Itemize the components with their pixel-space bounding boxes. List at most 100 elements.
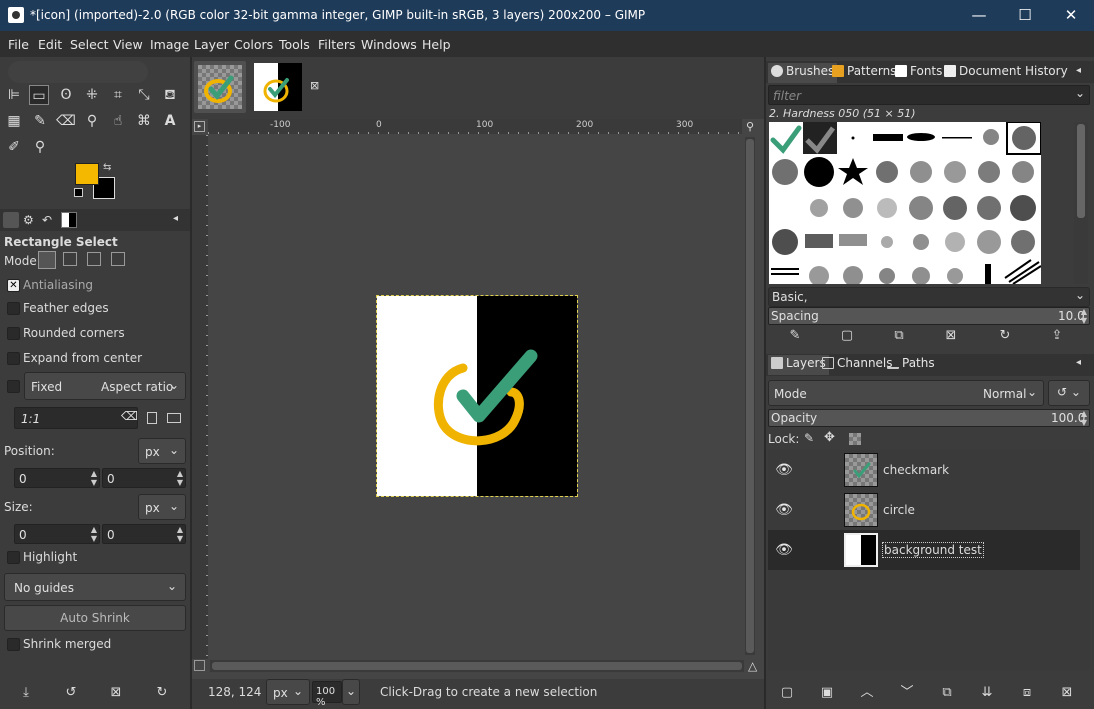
tab-menu-icon[interactable]: ◂ bbox=[1076, 65, 1081, 76]
default-colors-icon[interactable] bbox=[74, 188, 83, 197]
spin-down-icon[interactable]: ▼ bbox=[175, 478, 185, 488]
layer-name[interactable]: checkmark bbox=[883, 463, 949, 477]
tab-menu-icon[interactable]: ◂ bbox=[1076, 357, 1081, 368]
position-x-input[interactable]: 0 ▲ ▼ bbox=[14, 468, 100, 488]
tab-fonts[interactable]: Fonts bbox=[895, 64, 942, 84]
layer-row[interactable]: 👁 checkmark bbox=[768, 450, 1090, 490]
save-options-icon[interactable]: ⤓ bbox=[17, 684, 35, 702]
duplicate-layer-icon[interactable]: ⧉ bbox=[938, 684, 956, 702]
layer-mode-select[interactable]: Mode Normal ⌄ bbox=[768, 380, 1044, 406]
add-mask-icon[interactable]: ⧈ bbox=[1018, 684, 1036, 702]
size-w-input[interactable]: 0 ▲ ▼ bbox=[14, 524, 100, 544]
brush-preset-select[interactable]: Basic, ⌄ bbox=[768, 287, 1090, 307]
size-unit-select[interactable]: px ⌄ bbox=[138, 494, 186, 520]
gradient-tool-icon[interactable]: ▦ bbox=[4, 111, 24, 131]
portrait-icon[interactable] bbox=[147, 412, 157, 424]
mode-replace-icon[interactable] bbox=[38, 251, 56, 269]
fixed-dropdown[interactable]: Fixed Aspect ratio ⌄ bbox=[24, 372, 186, 400]
merge-down-icon[interactable]: ⇊ bbox=[978, 684, 996, 702]
mode-subtract-icon[interactable] bbox=[87, 252, 101, 266]
highlight-checkbox[interactable] bbox=[7, 551, 20, 564]
visibility-eye-icon[interactable]: 👁 bbox=[774, 503, 794, 517]
vertical-scrollbar-thumb[interactable] bbox=[746, 139, 754, 653]
spin-down-icon[interactable]: ▼ bbox=[1079, 316, 1089, 326]
menu-colors[interactable]: Colors bbox=[234, 37, 273, 52]
edit-brush-icon[interactable]: ✎ bbox=[786, 327, 804, 345]
vertical-scrollbar[interactable] bbox=[745, 137, 755, 655]
tab-channels[interactable]: Channels bbox=[822, 356, 893, 376]
opacity-slider[interactable]: Opacity 100.0 ▲ ▼ bbox=[768, 409, 1090, 427]
spin-down-icon[interactable]: ▼ bbox=[1079, 418, 1089, 428]
expand-center-checkbox[interactable] bbox=[7, 352, 20, 365]
fixed-checkbox[interactable] bbox=[7, 380, 20, 393]
delete-options-icon[interactable]: ⊠ bbox=[107, 684, 125, 702]
visibility-eye-icon[interactable]: 👁 bbox=[774, 463, 794, 477]
menu-file[interactable]: File bbox=[8, 37, 29, 52]
paintbrush-tool-icon[interactable]: ✎ bbox=[30, 111, 50, 131]
mode-add-icon[interactable] bbox=[63, 252, 77, 266]
auto-shrink-button[interactable]: Auto Shrink bbox=[4, 605, 186, 631]
navigate-corner-icon[interactable] bbox=[194, 660, 205, 671]
layer-mode-reset[interactable]: ↺ ⌄ bbox=[1048, 380, 1090, 406]
new-brush-icon[interactable]: ▢ bbox=[838, 327, 856, 345]
feather-edges-checkbox[interactable] bbox=[7, 302, 20, 315]
fuzzy-select-tool-icon[interactable]: ⁜ bbox=[82, 85, 102, 105]
lock-alpha-icon[interactable] bbox=[849, 433, 861, 445]
shrink-merged-checkbox[interactable] bbox=[7, 638, 20, 651]
lock-position-icon[interactable]: ✥ bbox=[824, 430, 835, 445]
lasso-tool-icon[interactable]: ʘ bbox=[56, 85, 76, 105]
layer-row-selected[interactable]: 👁 background test bbox=[768, 530, 1090, 570]
tab-brushes[interactable]: Brushes bbox=[768, 63, 838, 83]
duplicate-brush-icon[interactable]: ⧉ bbox=[890, 327, 908, 345]
visibility-eye-icon[interactable]: 👁 bbox=[774, 543, 794, 557]
undo-history-tab-icon[interactable]: ↶ bbox=[42, 213, 52, 227]
quick-mask-corner-icon[interactable]: ▸ bbox=[194, 121, 205, 132]
dock-separator[interactable] bbox=[764, 57, 766, 709]
spin-down-icon[interactable]: ▼ bbox=[175, 534, 185, 544]
horizontal-scrollbar[interactable] bbox=[210, 660, 744, 672]
raise-layer-icon[interactable]: ︿ bbox=[858, 684, 876, 702]
spin-down-icon[interactable]: ▼ bbox=[89, 534, 99, 544]
menu-view[interactable]: View bbox=[113, 37, 143, 52]
delete-brush-icon[interactable]: ⊠ bbox=[942, 327, 960, 345]
layer-name[interactable]: background test bbox=[882, 542, 984, 558]
device-status-tab-icon[interactable]: ⚙ bbox=[23, 213, 34, 227]
rounded-corners-checkbox[interactable] bbox=[7, 327, 20, 340]
zoom-dropdown[interactable]: ⌄ bbox=[342, 679, 360, 705]
crop-tool-icon[interactable]: ⌗ bbox=[108, 85, 128, 105]
tool-options-tab-icon[interactable] bbox=[3, 212, 19, 228]
close-window-button[interactable]: ✕ bbox=[1048, 0, 1094, 31]
menu-layer[interactable]: Layer bbox=[194, 37, 229, 52]
chevron-down-icon[interactable]: ⌄ bbox=[1075, 86, 1085, 100]
zoom-input[interactable]: 100 % bbox=[312, 681, 342, 708]
menu-edit[interactable]: Edit bbox=[38, 37, 62, 52]
position-y-input[interactable]: 0 ▲ ▼ bbox=[102, 468, 186, 488]
menu-filters[interactable]: Filters bbox=[318, 37, 355, 52]
layer-row[interactable]: 👁 circle bbox=[768, 490, 1090, 530]
layers-list[interactable]: 👁 checkmark 👁 circle 👁 background test bbox=[768, 450, 1090, 670]
resize-corner-icon[interactable]: △ bbox=[748, 659, 757, 673]
mode-intersect-icon[interactable] bbox=[111, 252, 125, 266]
layer-name[interactable]: circle bbox=[883, 503, 915, 517]
menu-help[interactable]: Help bbox=[422, 37, 451, 52]
spacing-slider[interactable]: Spacing 10.0 ▲ ▼ bbox=[768, 307, 1090, 325]
tab-menu-icon[interactable]: ◂ bbox=[173, 213, 178, 224]
ratio-input[interactable]: 1:1 ⌫ bbox=[14, 407, 138, 429]
landscape-icon[interactable] bbox=[167, 413, 181, 423]
image-tab-active[interactable] bbox=[194, 61, 246, 113]
transform-tool-icon[interactable]: ⤡ bbox=[134, 85, 154, 105]
unit-select[interactable]: px ⌄ bbox=[266, 679, 310, 705]
brush-grid-scrollbar[interactable] bbox=[1074, 122, 1088, 284]
foreground-color-swatch[interactable] bbox=[75, 163, 99, 185]
new-layer-group-icon[interactable]: ▣ bbox=[818, 684, 836, 702]
smudge-tool-icon[interactable]: ☝ bbox=[108, 111, 128, 131]
clear-input-icon[interactable]: ⌫ bbox=[121, 409, 138, 423]
brush-filter-input[interactable]: filter ⌄ bbox=[768, 85, 1090, 105]
horizontal-scrollbar-thumb[interactable] bbox=[212, 662, 742, 670]
menu-image[interactable]: Image bbox=[150, 37, 189, 52]
delete-layer-icon[interactable]: ⊠ bbox=[1058, 684, 1076, 702]
reset-options-icon[interactable]: ↻ bbox=[153, 684, 171, 702]
tab-patterns[interactable]: Patterns bbox=[832, 64, 896, 84]
lock-pixels-icon[interactable]: ✎ bbox=[804, 431, 814, 445]
zoom-corner-icon[interactable]: ⚲ bbox=[746, 120, 759, 133]
